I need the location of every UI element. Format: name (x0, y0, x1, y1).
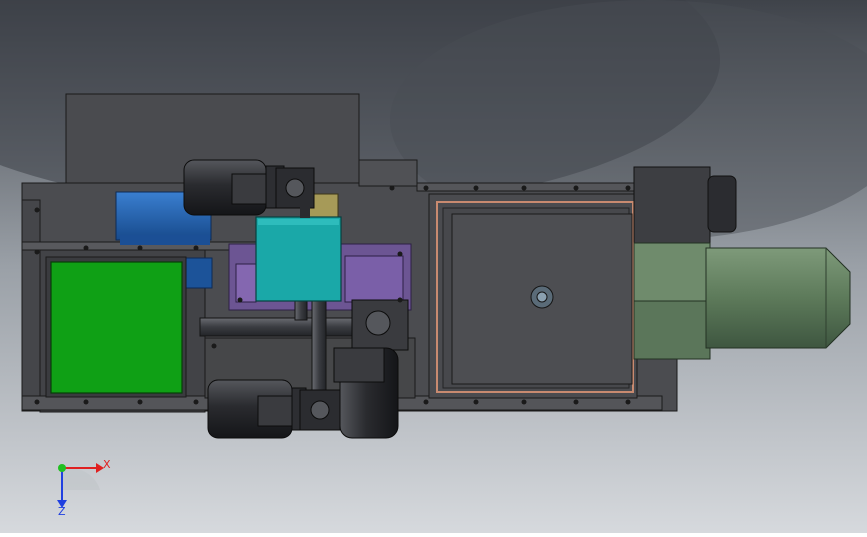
green-panel (50, 261, 183, 394)
cad-viewport[interactable]: X Z (0, 0, 867, 533)
x-axis-label: X (103, 458, 111, 471)
cad-assembly-drawing: X Z (0, 0, 867, 533)
cyan-box (255, 216, 342, 302)
z-axis-label: Z (58, 505, 66, 518)
y-axis-dot (58, 464, 66, 472)
sage-cylinder (705, 247, 851, 349)
horizontal-pipe (199, 317, 361, 337)
